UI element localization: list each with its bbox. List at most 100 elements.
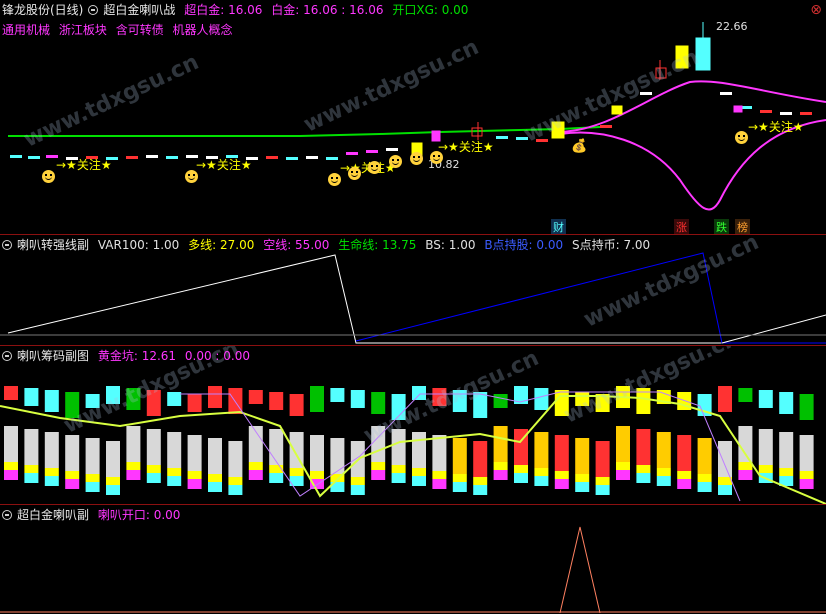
- chip-segment: [310, 471, 324, 479]
- chip-top-bar: [248, 390, 263, 404]
- candlestick: [28, 156, 40, 159]
- horn-opening-pane[interactable]: 超白金喇叭副 喇叭开口: 0.00: [0, 505, 826, 614]
- indicator-settings-icon[interactable]: [2, 510, 12, 520]
- candlestick: [675, 45, 689, 69]
- chip-main-bar: [24, 429, 39, 465]
- chip-main-bar: [636, 429, 651, 465]
- chip-segment: [534, 468, 549, 476]
- chip-segment: [106, 485, 120, 495]
- concept-tag[interactable]: 含可转债: [116, 23, 164, 37]
- concept-tag[interactable]: 浙江板块: [59, 23, 107, 37]
- indicator-settings-icon[interactable]: [2, 240, 12, 250]
- chip-main-bar: [126, 426, 141, 462]
- param-values: 0.00 : 0.00: [184, 349, 250, 363]
- chip-main-bar: [310, 435, 324, 471]
- param-var100: VAR100: 1.00: [97, 238, 180, 252]
- candlestick: [366, 150, 378, 153]
- chip-segment: [718, 485, 732, 495]
- chip-segment: [636, 465, 651, 473]
- chip-bar-chart[interactable]: [0, 346, 826, 504]
- chip-top-bar: [289, 394, 304, 416]
- chip-main-bar: [208, 438, 222, 474]
- smile-icon: [735, 131, 748, 144]
- candlestick: [306, 156, 318, 159]
- finance-marker[interactable]: 财: [551, 219, 566, 234]
- chip-segment: [65, 471, 80, 479]
- param-golden-pit: 黄金坑: 12.61: [97, 349, 177, 363]
- chip-segment: [595, 477, 610, 485]
- chip-main-bar: [187, 435, 202, 471]
- pane3-header: 喇叭筹码副图 黄金坑: 12.61 0.00 : 0.00: [2, 348, 255, 364]
- indicator-name[interactable]: 超白金喇叭战: [103, 3, 175, 17]
- chip-distribution-pane[interactable]: 喇叭筹码副图 黄金坑: 12.61 0.00 : 0.00 www.tdxgsu…: [0, 346, 826, 504]
- horn-strength-pane[interactable]: 喇叭转强线副 VAR100: 1.00 多线: 27.00 空线: 55.00 …: [0, 235, 826, 345]
- chip-top-bar: [799, 394, 814, 420]
- chip-main-bar: [677, 435, 692, 471]
- main-price-pane[interactable]: 锋龙股份(日线) 超白金喇叭战 超白金: 16.06 白金: 16.06 : 16…: [0, 0, 826, 234]
- chip-segment: [208, 482, 222, 492]
- smile-icon: [368, 161, 381, 174]
- concept-tag[interactable]: 机器人概念: [173, 23, 233, 37]
- candlestick: [695, 37, 711, 71]
- chip-segment: [187, 471, 202, 479]
- chip-segment: [779, 468, 794, 476]
- chip-segment: [350, 477, 365, 485]
- rise-marker[interactable]: 涨: [674, 219, 689, 234]
- chip-segment: [534, 476, 549, 486]
- chip-segment: [738, 470, 753, 480]
- chip-segment: [799, 471, 814, 479]
- chip-segment: [452, 474, 467, 482]
- indicator-settings-icon[interactable]: [88, 5, 99, 15]
- chip-segment: [412, 476, 426, 486]
- chip-segment: [4, 462, 18, 470]
- param-superplatinum: 超白金: 16.06: [184, 3, 263, 17]
- chip-main-bar: [85, 438, 100, 474]
- chip-main-bar: [146, 429, 161, 465]
- pane4-title[interactable]: 超白金喇叭副: [17, 508, 89, 522]
- chip-segment: [432, 479, 447, 489]
- chip-segment: [85, 482, 100, 492]
- param-b-hold: B点持股: 0.00: [484, 238, 564, 252]
- chip-segment: [167, 468, 182, 476]
- indicator-settings-icon[interactable]: [2, 351, 12, 361]
- chip-main-bar: [391, 429, 406, 465]
- chip-top-bar: [126, 388, 141, 410]
- focus-annotation: →★关注★: [196, 158, 252, 172]
- chip-top-bar: [432, 388, 447, 406]
- chip-segment: [412, 468, 426, 476]
- candlestick: [386, 148, 398, 151]
- chip-top-bar: [187, 394, 202, 412]
- candlestick: [286, 157, 298, 160]
- smile-icon: [328, 173, 341, 186]
- chip-segment: [4, 470, 18, 480]
- candlestick: [720, 92, 732, 95]
- chip-segment: [575, 482, 590, 492]
- candlestick: [600, 125, 612, 128]
- candlestick: [800, 112, 812, 115]
- close-icon[interactable]: ⊗: [810, 2, 822, 18]
- param-open-xg: 开口XG: 0.00: [392, 3, 469, 17]
- pane3-title[interactable]: 喇叭筹码副图: [17, 349, 89, 363]
- pane2-title[interactable]: 喇叭转强线副: [17, 238, 89, 252]
- horn-open-signal: [559, 526, 601, 614]
- candlestick: [551, 121, 565, 139]
- ranking-marker[interactable]: 榜: [735, 219, 750, 234]
- concept-tag[interactable]: 通用机械: [2, 23, 50, 37]
- money-bag-icon: 💰: [571, 139, 588, 154]
- chip-segment: [595, 485, 610, 495]
- chip-segment: [616, 462, 630, 470]
- chip-top-bar: [554, 390, 569, 416]
- chip-segment: [350, 485, 365, 495]
- chip-segment: [65, 479, 80, 489]
- b-hold-line: [355, 252, 826, 344]
- chip-segment: [656, 476, 671, 486]
- chip-segment: [432, 471, 447, 479]
- candlestick: [146, 155, 158, 158]
- fall-marker[interactable]: 跌: [714, 219, 729, 234]
- chip-top-bar: [779, 392, 794, 414]
- chip-main-bar: [44, 432, 59, 468]
- chip-top-bar: [371, 392, 386, 414]
- chip-main-bar: [106, 441, 120, 477]
- chip-segment: [248, 470, 263, 480]
- chip-segment: [452, 482, 467, 492]
